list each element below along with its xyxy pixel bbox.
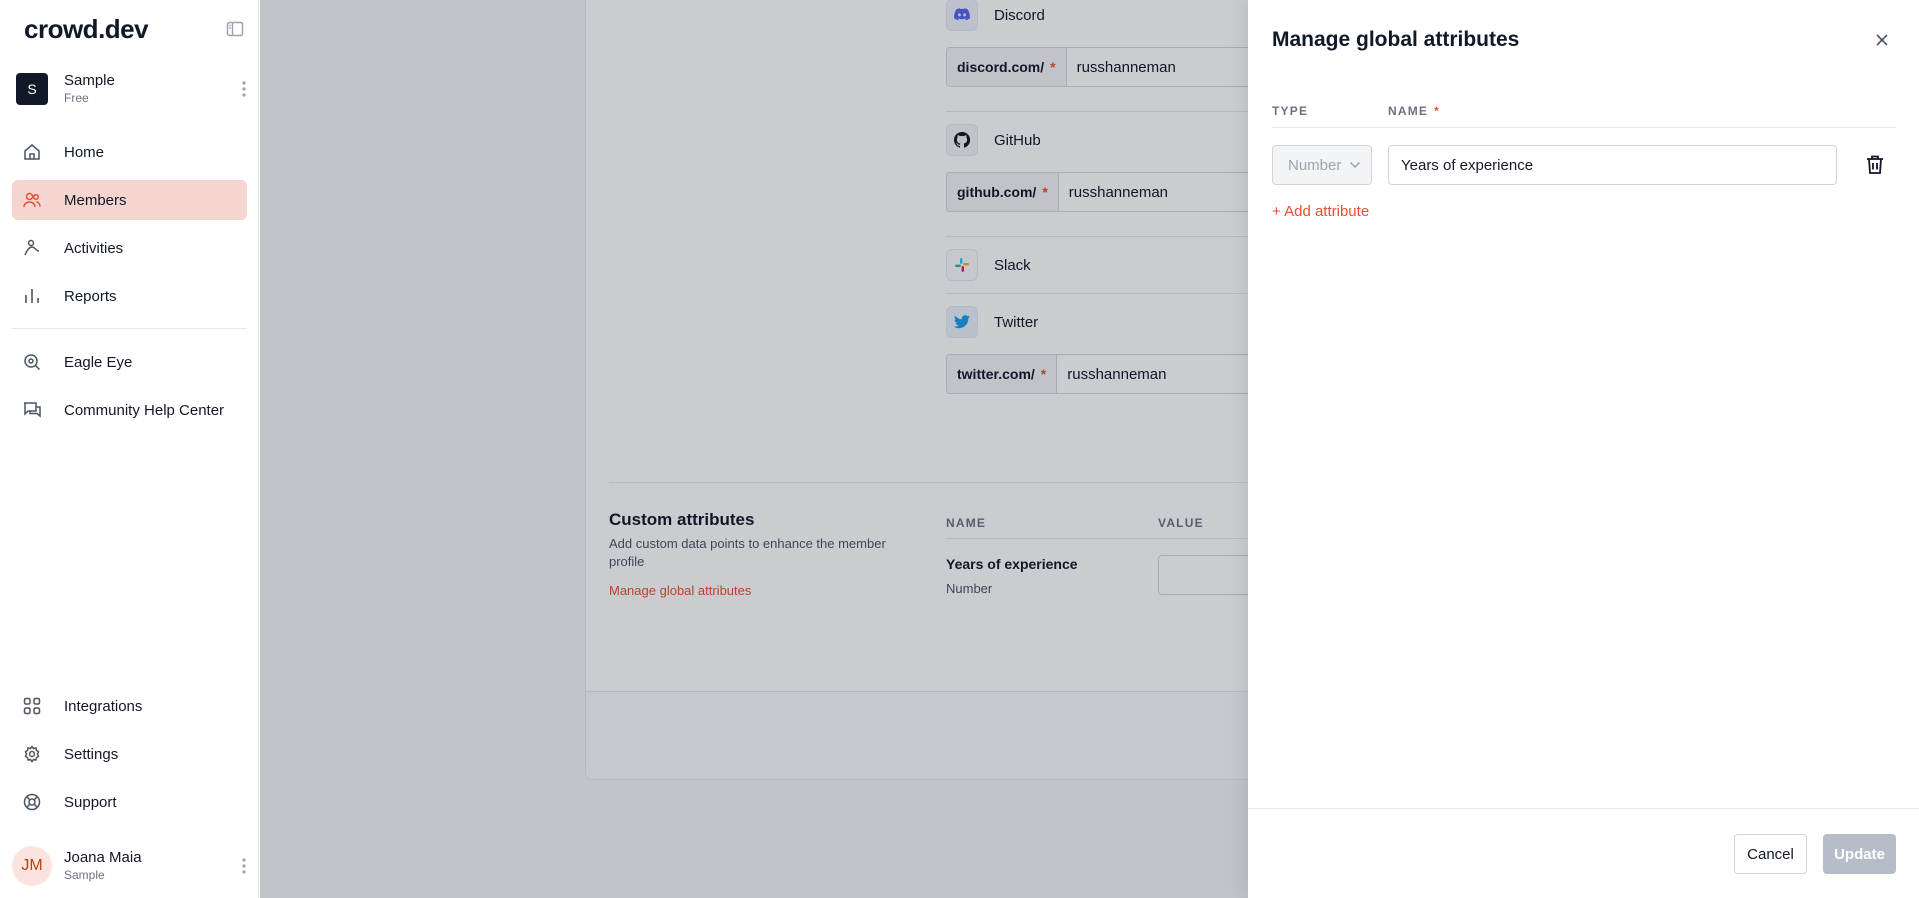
- avatar: JM: [12, 846, 52, 886]
- table-header-divider: [1272, 127, 1896, 128]
- home-icon: [22, 142, 42, 162]
- sidebar-item-members[interactable]: Members: [12, 180, 247, 220]
- sidebar-item-settings[interactable]: Settings: [12, 734, 247, 774]
- sidebar-item-label: Activities: [64, 239, 124, 257]
- workspace-name: Sample: [64, 72, 115, 89]
- user-name: Joana Maia: [64, 849, 142, 866]
- column-header-label: NAME: [1388, 104, 1429, 118]
- logo-row: crowd.dev: [24, 14, 244, 44]
- sidebar-item-integrations[interactable]: Integrations: [12, 686, 247, 726]
- update-button[interactable]: Update: [1823, 834, 1896, 874]
- app-logo[interactable]: crowd.dev: [24, 14, 149, 45]
- activities-icon: [22, 238, 42, 258]
- user-menu[interactable]: JM Joana Maia Sample: [12, 846, 252, 886]
- drawer-title: Manage global attributes: [1272, 28, 1520, 51]
- sidebar-item-label: Community Help Center: [64, 401, 225, 419]
- sidebar: crowd.dev S Sample Free Home Members Act…: [0, 0, 259, 898]
- sidebar-item-community-help-center[interactable]: Community Help Center: [12, 390, 247, 430]
- sidebar-item-activities[interactable]: Activities: [12, 228, 247, 268]
- trash-icon[interactable]: [1863, 153, 1887, 177]
- sidebar-item-label: Home: [64, 143, 105, 161]
- sidebar-item-support[interactable]: Support: [12, 782, 247, 822]
- settings-icon: [22, 744, 42, 764]
- sidebar-divider: [12, 328, 247, 329]
- column-header-name: NAME *: [1388, 104, 1440, 118]
- primary-nav: Home Members Activities Reports: [12, 132, 247, 324]
- sidebar-item-label: Settings: [64, 745, 119, 763]
- sidebar-item-label: Support: [64, 793, 117, 811]
- cancel-button[interactable]: Cancel: [1734, 834, 1807, 874]
- help-center-icon: [22, 400, 42, 420]
- column-header-type: TYPE: [1272, 104, 1309, 118]
- support-icon: [22, 792, 42, 812]
- workspace-plan: Free: [64, 91, 89, 105]
- manage-attributes-drawer: Manage global attributes TYPE NAME * Numb…: [1248, 0, 1919, 898]
- secondary-nav: Eagle Eye Community Help Center: [12, 342, 247, 438]
- attribute-type-select[interactable]: Number: [1272, 145, 1372, 185]
- reports-icon: [22, 286, 42, 306]
- eagle-eye-icon: [22, 352, 42, 372]
- user-menu-icon[interactable]: [236, 856, 252, 876]
- required-mark: *: [1434, 104, 1441, 118]
- workspace-avatar: S: [16, 73, 48, 105]
- type-select-value: Number: [1288, 156, 1342, 174]
- sidebar-item-label: Members: [64, 191, 127, 209]
- sidebar-item-eagle-eye[interactable]: Eagle Eye: [12, 342, 247, 382]
- sidebar-item-label: Integrations: [64, 697, 143, 715]
- sidebar-item-label: Reports: [64, 287, 117, 305]
- add-attribute-button[interactable]: + Add attribute: [1272, 203, 1369, 220]
- bottom-nav: Integrations Settings Support: [12, 686, 247, 830]
- members-icon: [22, 190, 42, 210]
- sidebar-item-reports[interactable]: Reports: [12, 276, 247, 316]
- sidebar-item-label: Eagle Eye: [64, 353, 133, 371]
- close-icon[interactable]: [1870, 28, 1894, 52]
- workspace-switcher[interactable]: S Sample Free: [16, 68, 252, 110]
- workspace-menu-icon[interactable]: [236, 79, 252, 99]
- drawer-footer-divider: [1248, 808, 1919, 809]
- modal-backdrop[interactable]: [260, 0, 1248, 898]
- sidebar-item-home[interactable]: Home: [12, 132, 247, 172]
- collapse-sidebar-icon[interactable]: [226, 20, 244, 38]
- chevron-down-icon: [1349, 161, 1361, 169]
- user-workspace: Sample: [64, 868, 105, 882]
- integrations-icon: [22, 696, 42, 716]
- attribute-name-input[interactable]: [1388, 145, 1837, 185]
